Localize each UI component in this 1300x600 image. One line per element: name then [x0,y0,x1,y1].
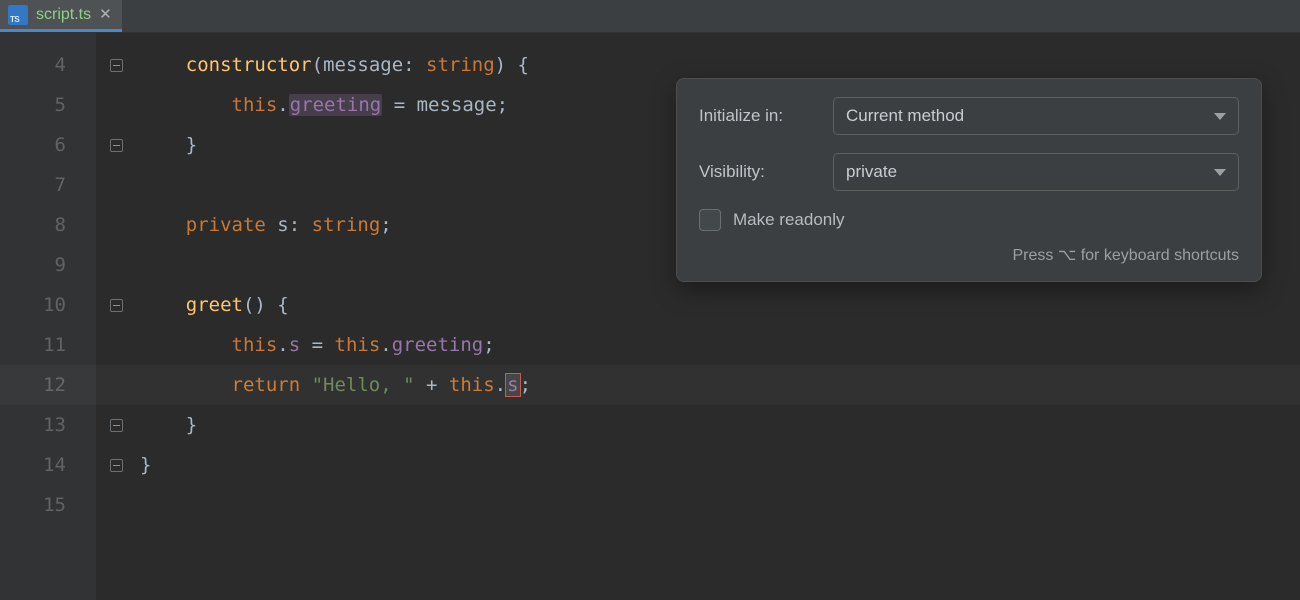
token-property: s [289,334,300,356]
typescript-file-icon: TS [8,5,28,25]
fold-handle[interactable] [96,445,136,485]
line-number: 5 [0,85,96,125]
line-number: 11 [0,325,96,365]
token-this: this [449,374,495,396]
token-return: return [232,374,301,396]
hint-text: for keyboard shortcuts [1076,247,1239,264]
code-line[interactable]: } [96,445,1300,485]
token-property: greeting [289,94,383,116]
ts-icon-label: TS [10,16,19,24]
code-line[interactable] [96,485,1300,525]
visibility-label: Visibility: [699,162,815,182]
line-number: 8 [0,205,96,245]
fold-minus-icon [110,459,123,472]
token-this: this [335,334,381,356]
introduce-field-popup: Initialize in: Current method Visibility… [676,78,1262,282]
fold-handle[interactable] [96,405,136,445]
tab-filename: script.ts [36,6,91,24]
gutter: 4 5 6 7 8 9 10 11 12 13 14 15 [0,33,96,600]
line-number: 9 [0,245,96,285]
code-line[interactable]: } [96,405,1300,445]
visibility-value: private [846,162,897,182]
code-line-active[interactable]: return "Hello, " + this.s; [96,365,1300,405]
tab-script-ts[interactable]: TS script.ts ✕ [0,0,122,32]
hint-text: Press [1012,247,1057,264]
line-number: 6 [0,125,96,165]
make-readonly-checkbox[interactable] [699,209,721,231]
token-property-selected[interactable]: s [506,374,519,396]
token-method: greet [186,294,243,316]
line-number: 10 [0,285,96,325]
initialize-in-value: Current method [846,106,964,126]
token-field: s [277,214,288,236]
token-property: greeting [392,334,484,356]
initialize-in-dropdown[interactable]: Current method [833,97,1239,135]
line-number: 15 [0,485,96,525]
line-number: 4 [0,45,96,85]
code-line[interactable]: greet() { [96,285,1300,325]
fold-minus-icon [110,299,123,312]
token-constructor: constructor [186,54,312,76]
line-number: 13 [0,405,96,445]
token-identifier: message [417,94,497,116]
chevron-down-icon [1214,113,1226,120]
fold-handle[interactable] [96,285,136,325]
token-this: this [232,94,278,116]
close-icon[interactable]: ✕ [99,7,112,22]
token-string: "Hello, " [312,374,415,396]
token-param: message [323,54,403,76]
line-number: 7 [0,165,96,205]
token-modifier: private [186,214,266,236]
shortcut-hint: Press ⌥ for keyboard shortcuts [699,245,1239,265]
initialize-in-label: Initialize in: [699,106,815,126]
make-readonly-label: Make readonly [733,210,845,230]
line-number: 12 [0,365,96,405]
chevron-down-icon [1214,169,1226,176]
line-number: 14 [0,445,96,485]
token-type: string [426,54,495,76]
fold-handle[interactable] [96,125,136,165]
fold-minus-icon [110,139,123,152]
fold-minus-icon [110,419,123,432]
fold-column [96,33,136,525]
option-key-icon: ⌥ [1058,247,1076,264]
visibility-dropdown[interactable]: private [833,153,1239,191]
tab-bar: TS script.ts ✕ [0,0,1300,33]
fold-minus-icon [110,59,123,72]
token-this: this [232,334,278,356]
token-type: string [312,214,381,236]
fold-handle[interactable] [96,45,136,85]
code-line[interactable]: this.s = this.greeting; [96,325,1300,365]
